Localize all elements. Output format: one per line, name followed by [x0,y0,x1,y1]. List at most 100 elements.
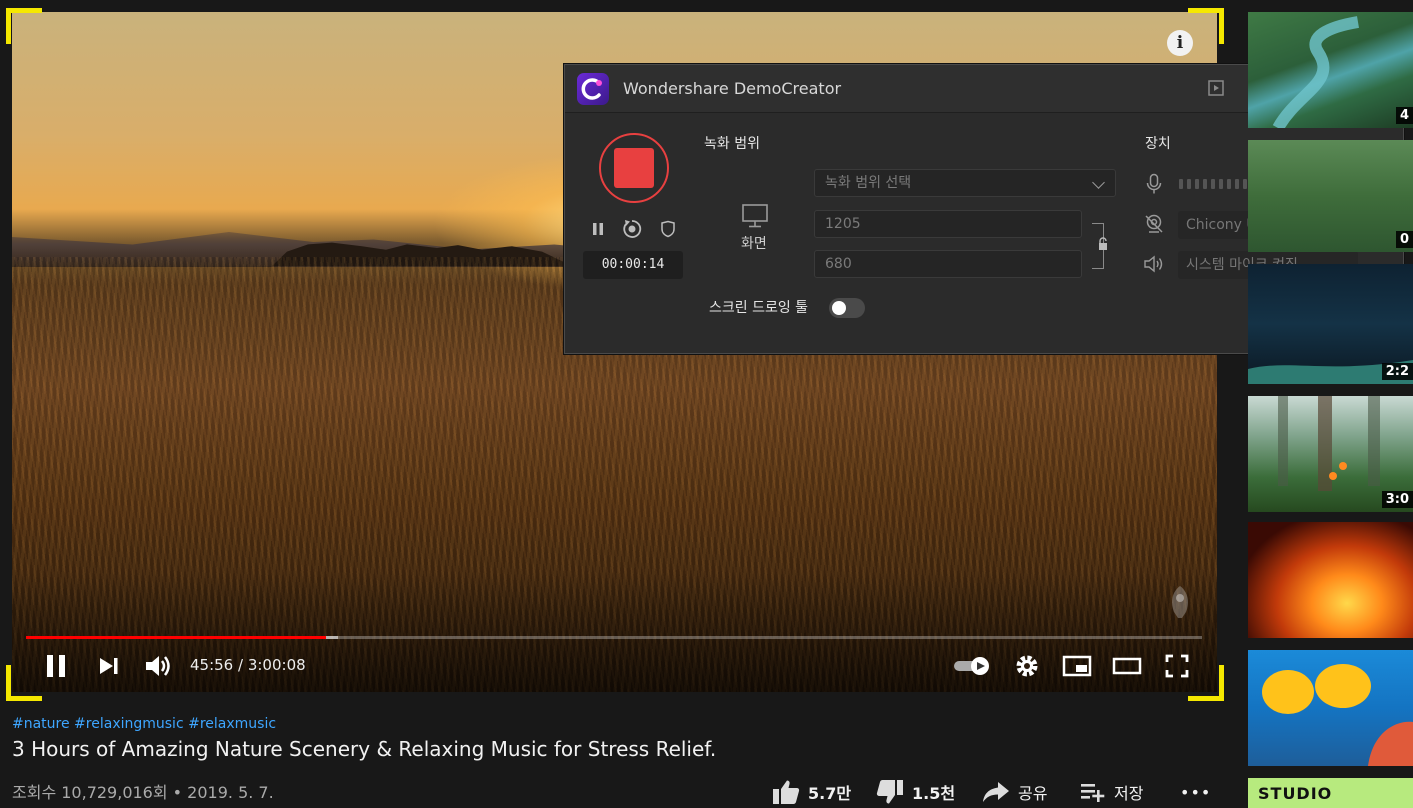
restart-icon [623,220,642,238]
thumbs-up-icon [773,780,800,804]
save-button[interactable]: 저장 [1080,778,1143,806]
pause-icon [593,223,603,235]
like-count: 5.7만 [808,784,852,803]
screen-drawing-toggle[interactable] [829,298,865,318]
settings-button[interactable] [1012,650,1042,682]
video-meta: 조회수 10,729,016회 • 2019. 5. 7. [12,783,274,802]
democreator-logo-icon [577,73,609,105]
lock-icon[interactable] [1098,237,1108,251]
thumbnail-duration: 2:2 [1381,363,1413,380]
miniplayer-button[interactable] [1060,650,1094,682]
stop-icon [614,148,654,188]
recording-region-corner[interactable] [6,8,42,44]
recording-region-corner[interactable] [6,665,42,701]
speaker-icon [1144,255,1163,273]
recording-area-label: 녹화 범위 [704,136,760,152]
related-video-thumbnail[interactable]: 0 [1248,140,1413,252]
screen: i 45:56 / 3:00:08 Wondershare DemoCreato… [0,0,1413,808]
meter-segment [1179,179,1183,189]
playlist-add-icon [1081,784,1105,802]
pause-record-button[interactable] [587,217,609,241]
meter-segment [1203,179,1207,189]
share-button[interactable]: 공유 [982,778,1047,806]
channel-watermark-icon [1172,586,1188,618]
fullscreen-button[interactable] [1162,650,1192,682]
theater-mode-button[interactable] [1110,650,1144,682]
theater-icon [1112,657,1142,675]
more-actions-button[interactable]: ••• [1180,778,1211,806]
shield-button[interactable] [657,217,679,241]
thumbnail-duration: 4 [1395,107,1413,124]
meter-segment [1243,179,1247,189]
microphone-button[interactable] [1143,173,1165,195]
meter-segment [1227,179,1231,189]
related-video-thumbnail[interactable] [1248,522,1413,638]
microphone-icon [1146,173,1162,194]
meter-segment [1187,179,1191,189]
meter-segment [1219,179,1223,189]
meter-segment [1195,179,1199,189]
recording-area-select[interactable]: 녹화 범위 선택 [814,169,1116,197]
shield-icon [661,220,675,238]
video-title: 3 Hours of Amazing Nature Scenery & Rela… [12,737,717,761]
chevron-down-icon [1092,176,1105,189]
progress-played [26,636,326,639]
democreator-title: Wondershare DemoCreator [623,79,842,98]
recording-timer: 00:00:14 [583,251,683,279]
share-icon [983,782,1009,802]
recording-region-corner[interactable] [1188,8,1224,44]
autoplay-toggle[interactable] [950,650,994,682]
height-input[interactable]: 680 [814,250,1082,278]
recording-region-corner[interactable] [1188,665,1224,701]
meter-segment [1211,179,1215,189]
miniplayer-icon [1062,655,1092,677]
total-time: 3:00:08 [247,656,306,674]
video-progress-bar[interactable] [26,636,1202,639]
next-icon [100,658,118,674]
next-button[interactable] [94,650,124,682]
stop-record-button[interactable] [599,133,669,203]
related-video-thumbnail[interactable]: 3:0 [1248,396,1413,512]
thumbnail-duration: 0 [1395,231,1413,248]
monitor-icon [742,204,768,228]
recording-area-select-value: 녹화 범위 선택 [825,175,912,191]
volume-button[interactable] [142,650,174,682]
screen-drawing-tool-label: 스크린 드로잉 툴 [709,300,809,316]
pause-icon [47,655,65,677]
toggle-knob [832,301,846,315]
time-separator: / [233,656,248,674]
like-button[interactable]: 5.7만 [772,778,851,806]
camera-button[interactable] [1143,213,1165,235]
thumbnail-studio-label: STUDIO [1258,784,1333,803]
video-time-display: 45:56 / 3:00:08 [190,656,306,674]
thumbs-down-icon [876,780,903,804]
autoplay-toggle-icon [954,657,989,675]
dislike-button[interactable]: 1.5천 [876,778,955,806]
video-info-icon[interactable]: i [1167,30,1193,56]
screen-mode-label[interactable]: 화면 [741,233,767,253]
related-video-thumbnail[interactable] [1248,650,1413,766]
pause-button[interactable] [40,650,72,682]
volume-icon [146,656,170,676]
current-time: 45:56 [190,656,234,674]
share-label: 공유 [1018,784,1048,803]
dislike-count: 1.5천 [912,784,956,803]
camera-off-icon [1145,214,1163,233]
restart-record-button[interactable] [621,217,643,241]
related-video-thumbnail[interactable]: 4 [1248,12,1413,128]
settings-icon [1016,655,1038,677]
width-input[interactable]: 1205 [814,210,1082,238]
thumbnail-scene-fish [1262,664,1413,766]
related-video-thumbnail[interactable]: 2:2 [1248,264,1413,384]
fullscreen-icon [1165,654,1189,678]
related-video-thumbnail[interactable]: STUDIO [1248,778,1413,808]
save-label: 저장 [1114,784,1144,803]
speaker-button[interactable] [1143,253,1165,275]
thumbnail-duration: 3:0 [1381,491,1413,508]
video-play-icon [1208,80,1224,96]
video-hashtags[interactable]: #nature #relaxingmusic #relaxmusic [12,716,276,732]
more-icon: ••• [1180,782,1212,802]
thumbnail-scene-river [1272,16,1360,128]
player-mode-button[interactable] [1205,77,1227,99]
meter-segment [1235,179,1239,189]
